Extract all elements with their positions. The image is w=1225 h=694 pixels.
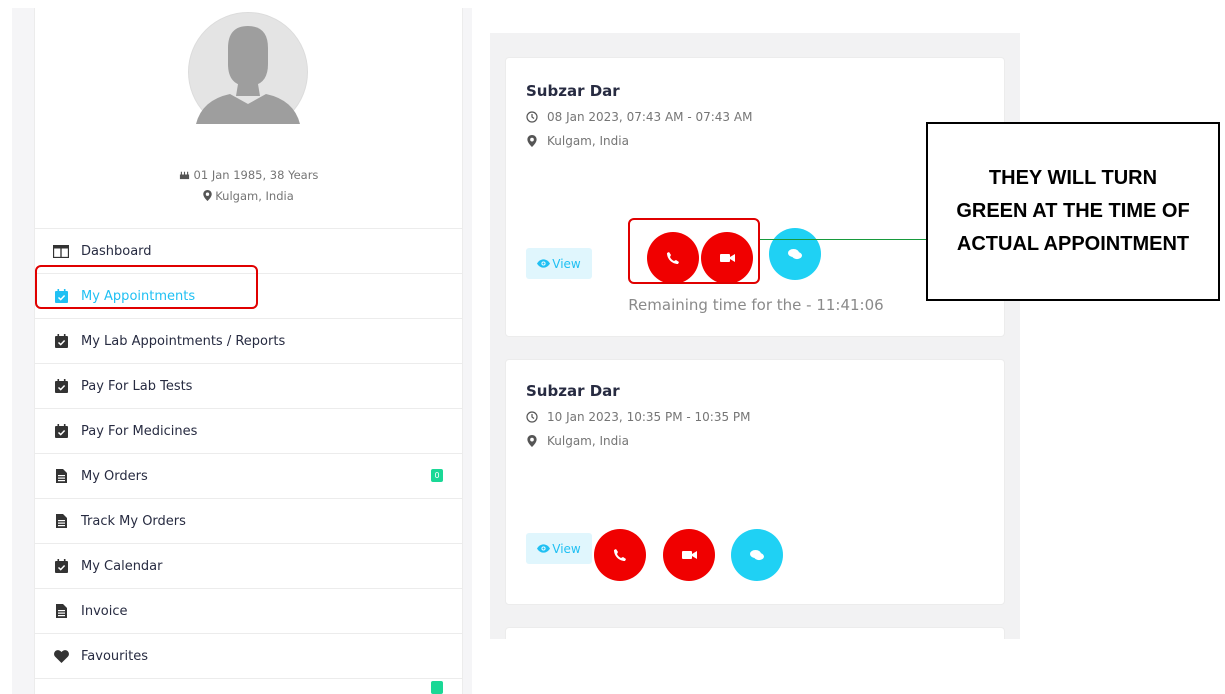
appointment-location: Kulgam, India (526, 434, 629, 448)
location-text: Kulgam, India (547, 434, 629, 448)
avatar (188, 12, 308, 124)
sidebar-item-label: Favourites (81, 648, 148, 664)
sidebar-card: 01 Jan 1985, 38 Years Kulgam, India Dash… (34, 8, 463, 694)
sidebar-item-label: Pay For Lab Tests (81, 378, 193, 394)
sidebar-item-label: My Orders (81, 468, 148, 484)
sidebar-item-my-calendar[interactable]: My Calendar (35, 543, 462, 588)
clock-icon (526, 411, 538, 423)
video-call-button[interactable] (663, 529, 715, 581)
map-marker-icon (203, 190, 212, 204)
file-icon (53, 513, 69, 529)
call-buttons-highlight (628, 218, 760, 284)
view-button[interactable]: View (526, 248, 592, 279)
columns-icon (53, 243, 69, 259)
sidebar-item-label: Dashboard (81, 243, 152, 259)
chat-button[interactable] (769, 228, 821, 280)
heart-icon (53, 648, 69, 664)
appointment-datetime: 10 Jan 2023, 10:35 PM - 10:35 PM (526, 410, 751, 424)
sidebar-item-track-my-orders[interactable]: Track My Orders (35, 498, 462, 543)
profile-location: Kulgam, India (35, 189, 462, 204)
appointment-location: Kulgam, India (526, 134, 629, 148)
partial-badge (431, 681, 443, 694)
view-label: View (552, 541, 581, 556)
phone-icon (613, 548, 627, 562)
appointment-card: Subzar Dar 10 Jan 2023, 10:35 PM - 10:35… (505, 359, 1005, 605)
profile-sidebar: 01 Jan 1985, 38 Years Kulgam, India Dash… (12, 8, 472, 694)
file-icon (53, 468, 69, 484)
patient-name: Subzar Dar (526, 82, 620, 100)
sidebar-item-my-lab-appointments[interactable]: My Lab Appointments / Reports (35, 318, 462, 363)
sidebar-item-pay-for-lab-tests[interactable]: Pay For Lab Tests (35, 363, 462, 408)
sidebar-item-my-orders[interactable]: My Orders 0 (35, 453, 462, 498)
annotation-connector-line (760, 239, 928, 240)
sidebar-item-pay-for-medicines[interactable]: Pay For Medicines (35, 408, 462, 453)
sidebar-item-label: Pay For Medicines (81, 423, 198, 439)
map-marker-icon (526, 135, 538, 147)
appointment-card (505, 627, 1005, 639)
calendar-check-icon (53, 378, 69, 394)
annotation-callout: THEY WILL TURN GREEN AT THE TIME OF ACTU… (926, 122, 1220, 301)
annotation-text: THEY WILL TURN GREEN AT THE TIME OF ACTU… (956, 167, 1190, 255)
location-text: Kulgam, India (215, 189, 294, 203)
sidebar-item-label: My Lab Appointments / Reports (81, 333, 286, 349)
eye-icon (537, 544, 551, 553)
file-icon (53, 603, 69, 619)
sidebar-item-label: Track My Orders (81, 513, 186, 529)
sidebar-item-label: My Calendar (81, 558, 163, 574)
eye-icon (537, 259, 551, 268)
my-appointments-highlight (35, 265, 258, 309)
calendar-check-icon (53, 423, 69, 439)
profile-dob: 01 Jan 1985, 38 Years (35, 168, 462, 183)
datetime-text: 08 Jan 2023, 07:43 AM - 07:43 AM (547, 110, 753, 124)
sidebar-item-label: Invoice (81, 603, 128, 619)
datetime-text: 10 Jan 2023, 10:35 PM - 10:35 PM (547, 410, 751, 424)
clock-icon (526, 111, 538, 123)
sidebar-item-favourites[interactable]: Favourites (35, 633, 462, 678)
birthday-cake-icon (179, 169, 190, 183)
patient-name: Subzar Dar (526, 382, 620, 400)
sidebar-item-more[interactable] (35, 678, 462, 694)
orders-count-badge: 0 (431, 469, 443, 482)
chat-button[interactable] (731, 529, 783, 581)
dob-text: 01 Jan 1985, 38 Years (193, 168, 319, 182)
appointment-datetime: 08 Jan 2023, 07:43 AM - 07:43 AM (526, 110, 752, 124)
view-button[interactable]: View (526, 533, 592, 564)
voice-call-button[interactable] (594, 529, 646, 581)
comments-icon (788, 248, 802, 260)
view-label: View (552, 256, 581, 271)
calendar-check-icon (53, 333, 69, 349)
sidebar-item-invoice[interactable]: Invoice (35, 588, 462, 633)
map-marker-icon (526, 435, 538, 447)
calendar-check-icon (53, 558, 69, 574)
video-camera-icon (681, 550, 697, 560)
location-text: Kulgam, India (547, 134, 629, 148)
comments-icon (750, 549, 764, 561)
